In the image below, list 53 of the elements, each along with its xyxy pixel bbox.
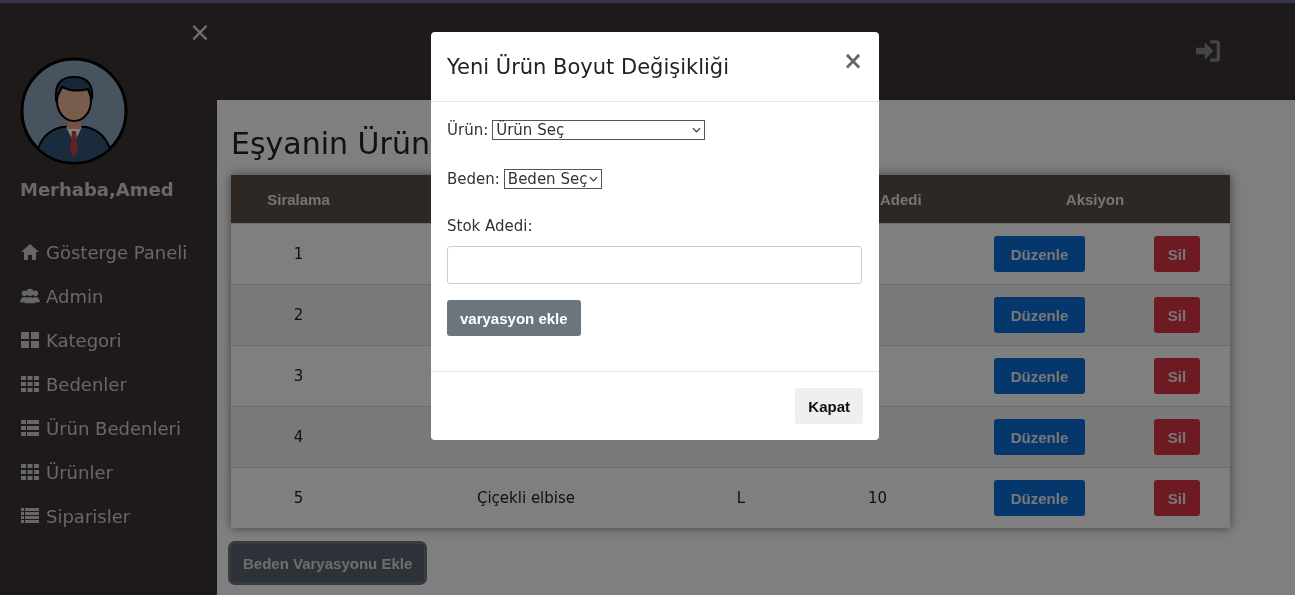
caret-icon — [589, 176, 599, 182]
delete-button[interactable]: Sil — [1154, 236, 1200, 272]
edit-button[interactable]: Düzenle — [994, 358, 1085, 394]
close-button[interactable]: Kapat — [795, 388, 863, 424]
home-icon — [20, 243, 40, 261]
sidebar-item[interactable]: Admin — [20, 284, 217, 308]
table-cell: Çiçekli elbise — [476, 489, 575, 507]
edit-button[interactable]: Düzenle — [994, 297, 1085, 333]
delete-button[interactable]: Sil — [1154, 358, 1200, 394]
users-icon — [20, 287, 40, 305]
sidebar-item[interactable]: Siparisler — [20, 504, 217, 528]
column-header: Aksiyon — [1064, 190, 1126, 208]
close-icon[interactable]: × — [842, 46, 863, 75]
sidebar-item[interactable]: Ürün Bedenleri — [20, 416, 217, 440]
field-label: Ürün: — [447, 121, 489, 139]
sidebar-item[interactable]: Ürünler — [20, 460, 217, 484]
modal-title: Yeni Ürün Boyut Değişikliği — [447, 54, 729, 79]
list-icon — [20, 507, 40, 525]
avatar-icon — [20, 57, 128, 165]
table-cell: 5 — [293, 489, 304, 507]
field-label: Stok Adedi: — [447, 217, 534, 235]
table-cell: 10 — [868, 489, 888, 507]
caret-icon — [692, 127, 702, 133]
grid-icon — [20, 331, 40, 349]
add-variation-button[interactable]: varyasyon ekle — [447, 300, 581, 336]
close-icon[interactable]: × — [189, 19, 211, 45]
page-title: Eşyanin Ürün — [231, 126, 430, 161]
field-label: Beden: — [447, 170, 500, 188]
delete-button[interactable]: Sil — [1154, 297, 1200, 333]
list-icon — [20, 419, 40, 437]
sidebar-item[interactable]: Kategori — [20, 328, 217, 352]
sidebar-item[interactable]: Bedenler — [20, 372, 217, 396]
stock-input[interactable] — [447, 246, 862, 284]
sidebar-item[interactable]: Gösterge Paneli — [20, 240, 217, 264]
table-cell: L — [736, 489, 746, 507]
table-cell: 4 — [293, 428, 304, 446]
add-variation-button[interactable]: Beden Varyasyonu Ekle — [231, 544, 425, 582]
edit-button[interactable]: Düzenle — [994, 480, 1085, 516]
column-header: Siralama — [266, 190, 331, 208]
table-cell: 1 — [293, 245, 304, 263]
size-select[interactable]: Beden Seç — [503, 169, 603, 189]
sign-in-icon[interactable] — [1195, 39, 1221, 63]
edit-button[interactable]: Düzenle — [994, 236, 1085, 272]
grid-icon — [20, 375, 40, 393]
grid-icon — [20, 463, 40, 481]
table-cell: 2 — [293, 306, 304, 324]
column-header: Adedi — [879, 190, 923, 208]
delete-button[interactable]: Sil — [1154, 480, 1200, 516]
edit-button[interactable]: Düzenle — [994, 419, 1085, 455]
greeting-text: Merhaba,Amed — [20, 179, 175, 200]
table-cell: 3 — [293, 367, 304, 385]
delete-button[interactable]: Sil — [1154, 419, 1200, 455]
product-select[interactable]: Ürün Seç — [492, 120, 706, 140]
